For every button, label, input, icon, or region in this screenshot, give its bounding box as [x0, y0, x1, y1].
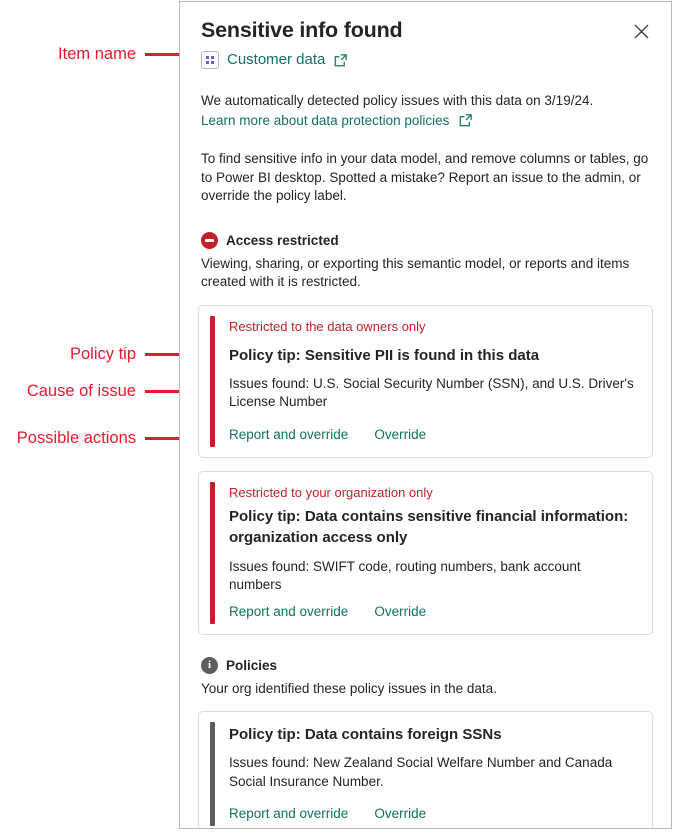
guidance-text: To find sensitive info in your data mode… — [201, 151, 649, 203]
card-issues-text: Issues found: SWIFT code, routing number… — [229, 558, 581, 593]
block-circle-icon — [201, 232, 218, 249]
card-actions: Report and override Override — [229, 805, 636, 823]
card-accent-bar — [210, 481, 215, 624]
card-actions: Report and override Override — [229, 603, 636, 621]
policy-tip-card: Restricted to your organization only Pol… — [198, 470, 653, 635]
annotation-possible-actions: Possible actions — [16, 429, 185, 447]
open-in-new-window-icon[interactable] — [333, 53, 348, 68]
annotation-label: Policy tip — [69, 345, 136, 363]
close-button[interactable] — [627, 17, 655, 45]
card-accent-bar — [210, 722, 215, 826]
report-and-override-link[interactable]: Report and override — [229, 426, 348, 444]
annotation-cause-of-issue: Cause of issue — [26, 382, 185, 400]
learn-more-link[interactable]: Learn more about data protection policie… — [201, 112, 449, 131]
card-title: Policy tip: Sensitive PII is found in th… — [229, 346, 540, 364]
section-title: Access restricted — [226, 232, 339, 248]
access-restricted-description: Viewing, sharing, or exporting this sema… — [201, 255, 630, 290]
detected-text: We automatically detected policy issues … — [201, 93, 594, 108]
annotation-label: Cause of issue — [26, 382, 136, 400]
close-icon — [634, 24, 648, 38]
card-title: Policy tip: Data contains foreign SSNs — [229, 726, 502, 743]
learn-more-row: Learn more about data protection policie… — [198, 112, 653, 131]
policy-tip-card: Restricted to the data owners only Polic… — [198, 304, 653, 458]
access-restricted-header: Access restricted — [198, 232, 653, 250]
annotation-item-name: Item name — [58, 45, 185, 63]
report-and-override-link[interactable]: Report and override — [229, 805, 348, 823]
annotation-label: Possible actions — [16, 429, 136, 447]
policy-tip-card: Policy tip: Data contains foreign SSNs I… — [198, 711, 653, 828]
card-restriction-label: Restricted to the data owners only — [229, 318, 426, 334]
open-in-new-window-icon[interactable] — [458, 113, 473, 128]
panel-header: Sensitive info found — [198, 16, 653, 45]
semantic-model-icon — [201, 51, 219, 69]
override-link[interactable]: Override — [374, 805, 426, 823]
card-issues-text: Issues found: U.S. Social Security Numbe… — [229, 375, 634, 410]
section-title: Policies — [226, 657, 278, 673]
card-actions: Report and override Override — [229, 426, 636, 444]
card-restriction-label: Restricted to your organization only — [229, 484, 433, 500]
policies-header: i Policies — [198, 657, 653, 675]
report-and-override-link[interactable]: Report and override — [229, 603, 348, 621]
annotation-layer: Item name Policy tip Cause of issue Poss… — [0, 0, 185, 837]
page-title: Sensitive info found — [201, 18, 403, 42]
card-issues-text: Issues found: New Zealand Social Welfare… — [229, 755, 613, 789]
item-row: Customer data — [198, 50, 653, 70]
card-title: Policy tip: Data contains sensitive fina… — [229, 507, 629, 546]
annotation-policy-tip: Policy tip — [69, 345, 185, 363]
card-accent-bar — [210, 315, 215, 447]
policies-description: Your org identified these policy issues … — [201, 680, 497, 696]
override-link[interactable]: Override — [374, 426, 426, 444]
annotation-label: Item name — [58, 45, 136, 63]
sensitive-info-panel: Sensitive info found Customer data We au… — [179, 1, 672, 829]
info-circle-icon: i — [201, 657, 218, 674]
item-name-link[interactable]: Customer data — [227, 50, 325, 70]
override-link[interactable]: Override — [374, 603, 426, 621]
